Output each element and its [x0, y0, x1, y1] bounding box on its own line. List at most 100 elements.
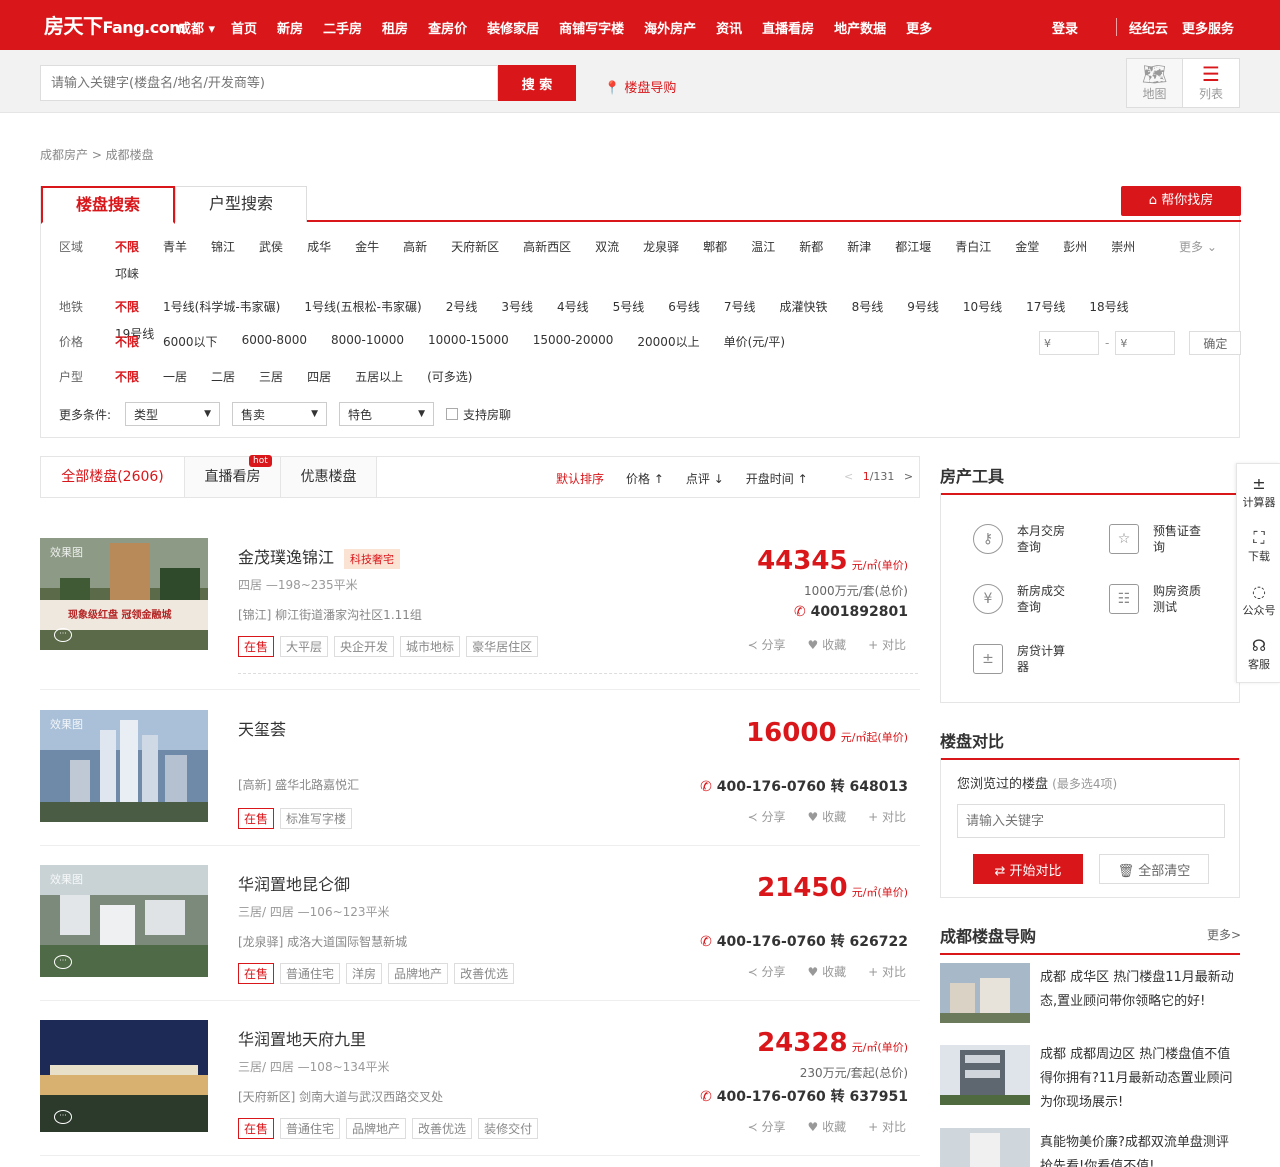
filter-option[interactable]: 17号线	[1026, 298, 1065, 315]
listing-name[interactable]: 金茂璞逸锦江 科技奢宅	[238, 544, 401, 569]
filter-option[interactable]: 武侯	[259, 238, 283, 255]
favorite-button[interactable]: ♥ 收藏	[807, 636, 846, 653]
filter-option[interactable]: 成华	[307, 238, 331, 255]
breadcrumb[interactable]: 成都房产 > 成都楼盘	[40, 146, 154, 163]
login-link[interactable]: 登录	[1052, 18, 1078, 37]
filter-option[interactable]: 5号线	[613, 298, 645, 315]
list-view-button[interactable]: ☰ 列表	[1183, 59, 1239, 107]
filter-option[interactable]: 不限	[115, 238, 139, 255]
more-services-link[interactable]: 更多服务	[1182, 18, 1234, 37]
filter-option[interactable]: 邛崃	[115, 265, 139, 282]
guide-more-link[interactable]: 更多>	[1207, 926, 1241, 943]
sort-open-date[interactable]: 开盘时间 ↑	[746, 470, 808, 487]
share-button[interactable]: ≺ 分享	[748, 1118, 786, 1135]
filter-option[interactable]: 1号线(科学城-韦家碾)	[163, 298, 280, 315]
start-compare-button[interactable]: ⇄ 开始对比	[973, 854, 1083, 884]
nav-item-overseas[interactable]: 海外房产	[644, 18, 696, 37]
tool-presale-query[interactable]: ☆ 预售证查询	[1109, 523, 1209, 555]
listing-thumbnail[interactable]: 效果图 ···	[40, 865, 208, 977]
float-calculator-button[interactable]: ± 计算器	[1237, 474, 1280, 510]
map-view-button[interactable]: 🗺 地图	[1127, 59, 1184, 107]
listing-address[interactable]: [天府新区] 剑南大道与武汉西路交叉处	[238, 1088, 443, 1105]
nav-item-live[interactable]: 直播看房	[762, 18, 814, 37]
nav-item-resale[interactable]: 二手房	[323, 18, 362, 37]
filter-option[interactable]: 4号线	[557, 298, 589, 315]
tool-deal-query[interactable]: ¥ 新房成交查询	[973, 583, 1073, 615]
listing-phone[interactable]: ✆ 4001892801	[794, 604, 908, 620]
help-find-home-button[interactable]: ⌂ 帮你找房	[1121, 186, 1241, 216]
tab-deals[interactable]: 优惠楼盘	[281, 457, 377, 497]
site-logo[interactable]: 房天下Fang.com	[44, 10, 186, 39]
nav-item-rent[interactable]: 租房	[382, 18, 408, 37]
filter-option[interactable]: 金牛	[355, 238, 379, 255]
float-download-button[interactable]: ⛶ 下载	[1237, 528, 1280, 564]
favorite-button[interactable]: ♥ 收藏	[807, 1118, 846, 1135]
filter-option[interactable]: 15000-20000	[533, 333, 614, 350]
chat-icon[interactable]: ···	[54, 955, 72, 969]
price-confirm-button[interactable]: 确定	[1189, 331, 1242, 355]
listing-thumbnail[interactable]: ···	[40, 1020, 208, 1132]
filter-option[interactable]: 一居	[163, 368, 187, 385]
filter-option[interactable]: 温江	[751, 238, 775, 255]
float-wechat-button[interactable]: ◌ 公众号	[1237, 582, 1280, 618]
search-button[interactable]: 搜 索	[498, 65, 576, 101]
filter-option[interactable]: 新津	[847, 238, 871, 255]
page-next-button[interactable]: >	[904, 470, 913, 483]
filter-option[interactable]: 7号线	[724, 298, 756, 315]
listing-phone[interactable]: ✆ 400-176-0760 转 648013	[700, 776, 908, 796]
filter-option[interactable]: 6000以下	[163, 333, 218, 350]
filter-option[interactable]: 9号线	[907, 298, 939, 315]
guide-item[interactable]: 成都 成都周边区 热门楼盘值不值得你拥有?11月最新动态置业顾问为你现场展示!	[940, 1043, 1240, 1117]
broker-link[interactable]: 经纪云	[1129, 18, 1168, 37]
filter-option[interactable]: 龙泉驿	[643, 238, 679, 255]
filter-option[interactable]: 不限	[115, 298, 139, 315]
filter-option[interactable]: 高新西区	[523, 238, 571, 255]
nav-item-commercial[interactable]: 商铺写字楼	[559, 18, 624, 37]
filter-option[interactable]: 五居以上	[355, 368, 403, 385]
filter-option[interactable]: 18号线	[1089, 298, 1128, 315]
filter-option[interactable]: 6号线	[668, 298, 700, 315]
feature-select[interactable]: 特色 ▼	[339, 402, 435, 426]
sale-select[interactable]: 售卖 ▼	[232, 402, 328, 426]
type-select[interactable]: 类型 ▼	[125, 402, 221, 426]
listing-address[interactable]: [高新] 盛华北路嘉悦汇	[238, 776, 359, 793]
filter-option[interactable]: 二居	[211, 368, 235, 385]
chat-icon[interactable]: ···	[54, 1110, 72, 1124]
filter-option[interactable]: 1号线(五根松-韦家碾)	[304, 298, 421, 315]
filter-option[interactable]: 青羊	[163, 238, 187, 255]
filter-option[interactable]: 新都	[799, 238, 823, 255]
filter-option[interactable]: 8000-10000	[331, 333, 404, 350]
filter-option[interactable]: 成灌快铁	[780, 298, 828, 315]
nav-item-data[interactable]: 地产数据	[834, 18, 886, 37]
more-districts-link[interactable]: 更多 ⌄	[1179, 238, 1217, 255]
filter-option[interactable]: 8号线	[852, 298, 884, 315]
compare-button[interactable]: + 对比	[868, 1118, 906, 1135]
compare-search-input[interactable]	[957, 804, 1225, 838]
clear-all-button[interactable]: 🗑 全部清空	[1099, 854, 1209, 884]
search-input[interactable]	[40, 65, 498, 101]
compare-button[interactable]: + 对比	[868, 808, 906, 825]
guide-item[interactable]: 成都 成华区 热门楼盘11月最新动态,置业顾问带你领略它的好!	[940, 963, 1240, 1027]
filter-option[interactable]: 20000以上	[637, 333, 699, 350]
tab-layout-search[interactable]: 户型搜索	[175, 186, 307, 222]
chat-icon[interactable]: ···	[54, 628, 72, 642]
listing-name[interactable]: 华润置地天府九里	[238, 1026, 366, 1050]
share-button[interactable]: ≺ 分享	[748, 636, 786, 653]
guide-link[interactable]: 📍 楼盘导购	[604, 77, 676, 96]
listing-name[interactable]: 华润置地昆仑御	[238, 871, 350, 895]
listing-address[interactable]: [龙泉驿] 成洛大道国际智慧新城	[238, 933, 407, 950]
nav-item-more[interactable]: 更多	[906, 18, 932, 37]
sort-price[interactable]: 价格 ↑	[626, 470, 664, 487]
filter-option[interactable]: 三居	[259, 368, 283, 385]
filter-option[interactable]: 双流	[595, 238, 619, 255]
favorite-button[interactable]: ♥ 收藏	[807, 963, 846, 980]
city-selector[interactable]: 成都 ▾	[178, 18, 215, 37]
filter-option[interactable]: 彭州	[1063, 238, 1087, 255]
price-min-input[interactable]	[1039, 331, 1099, 355]
tab-all-projects[interactable]: 全部楼盘(2606)	[41, 457, 185, 497]
filter-option[interactable]: 不限	[115, 333, 139, 350]
compare-button[interactable]: + 对比	[868, 963, 906, 980]
filter-option[interactable]: 四居	[307, 368, 331, 385]
tool-eligibility-test[interactable]: ☷ 购房资质测试	[1109, 583, 1209, 615]
filter-option[interactable]: 高新	[403, 238, 427, 255]
